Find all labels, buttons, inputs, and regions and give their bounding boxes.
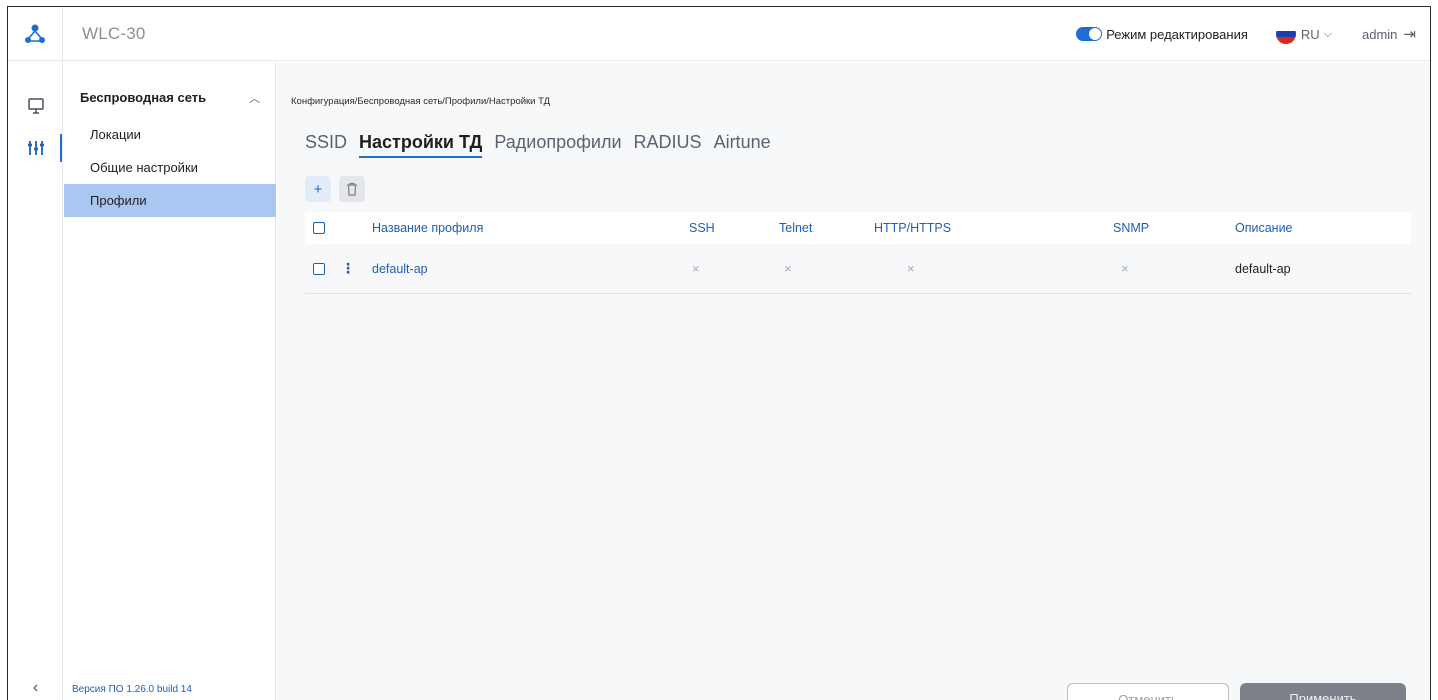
tab-radius[interactable]: RADIUS (634, 132, 702, 158)
profiles-table: Название профиля SSH Telnet HTTP/HTTPS S… (305, 212, 1411, 294)
sidebar-group-wireless[interactable]: Беспроводная сеть ︿ (80, 90, 260, 106)
column-header-snmp[interactable]: SNMP (1113, 221, 1149, 235)
monitor-icon (27, 98, 44, 114)
tab-ap-settings[interactable]: Настройки ТД (359, 132, 483, 158)
chevron-down-icon[interactable]: ⌵ (1324, 28, 1332, 41)
column-header-telnet[interactable]: Telnet (779, 221, 812, 235)
app-window: WLC-30 Режим редактирования RU ⌵ admin ⇥ (7, 6, 1431, 700)
sidebar-item-label: Локации (90, 127, 141, 142)
top-header: WLC-30 Режим редактирования RU ⌵ admin ⇥ (8, 7, 1430, 61)
table-toolbar: + (305, 176, 365, 202)
breadcrumb: Конфигурация/Беспроводная сеть/Профили/Н… (291, 96, 551, 107)
rail-configuration[interactable] (8, 130, 63, 166)
snmp-disabled-icon: × (1121, 261, 1129, 276)
ssh-disabled-icon: × (692, 261, 700, 276)
tab-bar: SSID Настройки ТД Радиопрофили RADIUS Ai… (305, 132, 771, 158)
chevron-up-icon[interactable]: ︿ (249, 90, 260, 106)
sidebar-item-label: Общие настройки (90, 160, 198, 175)
tab-ssid[interactable]: SSID (305, 132, 347, 158)
logout-icon[interactable]: ⇥ (1403, 25, 1416, 43)
select-all-checkbox[interactable] (313, 222, 325, 234)
column-header-name[interactable]: Название профиля (372, 221, 483, 235)
russia-flag-icon[interactable] (1275, 24, 1296, 44)
settings-sliders-icon (27, 141, 44, 155)
row-checkbox[interactable] (313, 262, 325, 275)
sidebar-group-label: Беспроводная сеть (80, 90, 207, 105)
edit-mode-toggle[interactable] (1076, 27, 1103, 41)
logo-icon (25, 24, 45, 43)
tab-radio-profiles[interactable]: Радиопрофили (494, 132, 621, 158)
profile-description: default-ap (1235, 261, 1291, 276)
footer-bar: Отменить Применить (277, 621, 1430, 700)
table-row[interactable]: ⋮ default-ap × × × × default-ap (305, 244, 1411, 294)
language-selector[interactable]: RU (1301, 27, 1320, 42)
column-header-description[interactable]: Описание (1235, 221, 1293, 235)
table-header: Название профиля SSH Telnet HTTP/HTTPS S… (305, 212, 1411, 244)
column-header-http[interactable]: HTTP/HTTPS (874, 221, 951, 235)
sidebar-item-label: Профили (90, 193, 147, 208)
sidebar: Беспроводная сеть ︿ Локации Общие настро… (64, 62, 276, 700)
row-menu-icon[interactable]: ⋮ (341, 260, 355, 277)
main-content: Конфигурация/Беспроводная сеть/Профили/Н… (277, 62, 1430, 700)
rail-monitoring[interactable] (8, 88, 63, 124)
sidebar-item-general-settings[interactable]: Общие настройки (64, 151, 276, 184)
add-button[interactable]: + (305, 176, 331, 202)
cancel-button[interactable]: Отменить (1067, 683, 1229, 700)
trash-icon (347, 182, 357, 196)
username: admin (1362, 26, 1398, 42)
sidebar-item-locations[interactable]: Локации (64, 118, 276, 151)
plus-icon: + (313, 180, 323, 198)
sidebar-item-profiles[interactable]: Профили (64, 184, 276, 217)
nav-rail: ‹ (8, 62, 63, 700)
apply-button[interactable]: Применить (1240, 683, 1406, 700)
profile-name-link[interactable]: default-ap (372, 262, 428, 276)
http-disabled-icon: × (907, 261, 915, 276)
software-version: Версия ПО 1.26.0 build 14 (72, 684, 192, 695)
app-title: WLC-30 (82, 24, 146, 43)
tab-airtune[interactable]: Airtune (714, 132, 771, 158)
edit-mode-label: Режим редактирования (1106, 26, 1248, 42)
collapse-sidebar-icon[interactable]: ‹ (8, 679, 63, 697)
logo[interactable] (8, 7, 63, 61)
rail-active-indicator (60, 134, 62, 162)
header-controls: Режим редактирования RU ⌵ admin ⇥ (1076, 7, 1416, 61)
telnet-disabled-icon: × (784, 261, 792, 276)
column-header-ssh[interactable]: SSH (689, 221, 715, 235)
delete-button[interactable] (339, 176, 365, 202)
